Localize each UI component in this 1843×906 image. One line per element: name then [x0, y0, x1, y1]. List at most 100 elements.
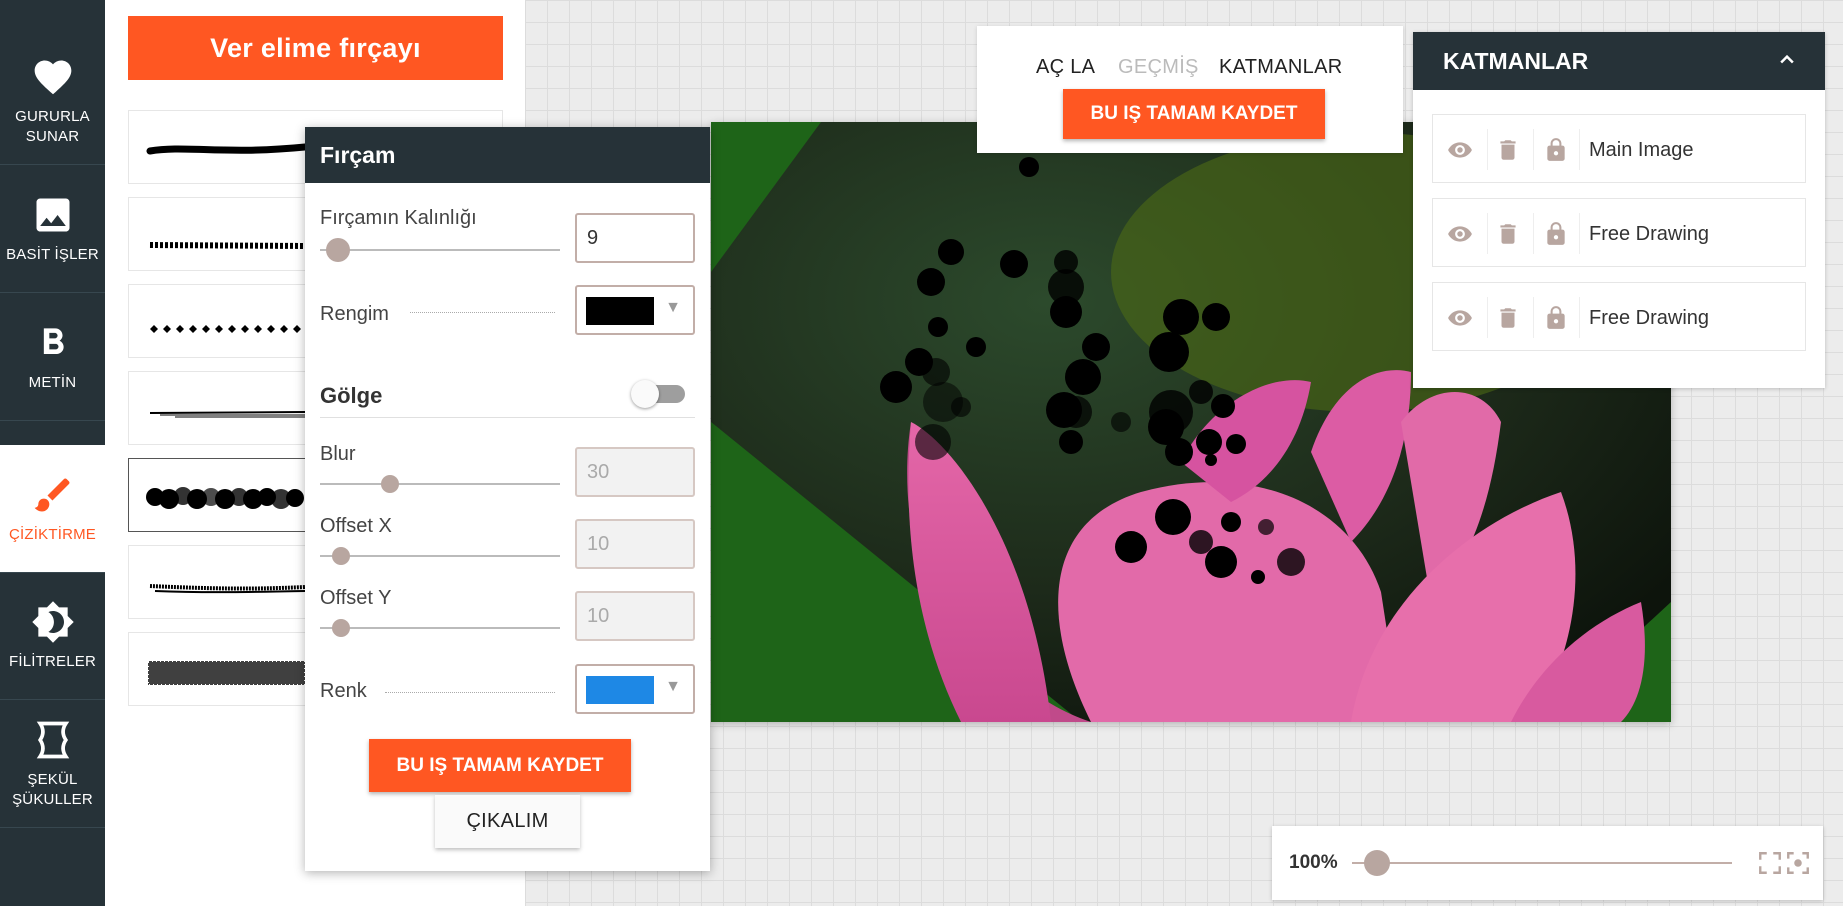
brush-icon [34, 478, 69, 511]
shadow-color-label: Renk [320, 680, 367, 702]
layers-title-bar: KATMANLAR [1413, 32, 1825, 90]
dotted-leader [385, 692, 555, 693]
layer-name: Main Image [1589, 139, 1694, 161]
layer-name: Free Drawing [1589, 223, 1710, 245]
brush-panel-title-button[interactable]: Ver elime fırçayı [128, 16, 503, 80]
zoom-bar: 100% [1272, 826, 1823, 900]
tool-sidebar: GURURLA SUNAR BASİT İŞLER METİN ÇİZİKTİRM… [0, 0, 105, 906]
brush-stroke-preview [149, 411, 305, 418]
thickness-input[interactable]: 9 [575, 213, 695, 263]
layers-title: KATMANLAR [1443, 47, 1589, 74]
brush-settings-popup: Fırçam Fırçamın Kalınlığı 9 Rengim ▼ Göl… [305, 127, 710, 871]
trash-icon[interactable] [1495, 137, 1521, 163]
brush-stroke-preview [149, 242, 305, 249]
sidebar-item-gururla-sunar[interactable]: GURURLA SUNAR [0, 38, 105, 165]
zoom-slider-knob[interactable] [1364, 850, 1390, 876]
chevron-up-icon[interactable] [1777, 50, 1797, 70]
brush-stroke-preview [146, 487, 304, 509]
offset-x-label: Offset X [320, 515, 392, 537]
divider [1533, 213, 1534, 254]
popup-cancel-button[interactable]: ÇIKALIM [435, 795, 580, 848]
fit-screen-icon[interactable] [1785, 850, 1811, 876]
offset-x-input[interactable]: 10 [575, 519, 695, 569]
shadow-label: Gölge [320, 383, 383, 408]
slider-knob[interactable] [381, 475, 399, 493]
blur-label: Blur [320, 443, 356, 465]
divider [320, 417, 695, 418]
thickness-label: Fırçamın Kalınlığı [320, 207, 477, 229]
slider-knob[interactable] [332, 547, 350, 565]
dotted-leader [410, 312, 555, 313]
trash-icon[interactable] [1495, 305, 1521, 331]
brush-stroke-preview [147, 660, 305, 686]
sidebar-item-label: METİN [28, 374, 77, 391]
shadow-toggle[interactable] [631, 380, 687, 408]
sidebar-item-metin[interactable]: METİN [0, 294, 105, 421]
divider [1533, 297, 1534, 338]
lock-icon[interactable] [1543, 305, 1569, 331]
offset-y-input[interactable]: 10 [575, 591, 695, 641]
shape-icon [36, 721, 69, 759]
sidebar-item-label: ŞEKÜL ŞÜKULLER [12, 771, 93, 808]
tab-katmanlar[interactable]: KATMANLAR [1219, 56, 1342, 79]
blur-input[interactable]: 30 [575, 447, 695, 497]
tab-acla[interactable]: AÇ LA [1036, 56, 1095, 79]
brush-stroke-preview [146, 143, 305, 155]
popup-save-button[interactable]: BU IŞ TAMAM KAYDET [369, 739, 631, 792]
sidebar-item-basit-isler[interactable]: BASİT İŞLER [0, 166, 105, 293]
trash-icon[interactable] [1495, 221, 1521, 247]
offset-x-slider[interactable] [320, 547, 560, 565]
eye-icon[interactable] [1447, 305, 1473, 331]
zoom-slider[interactable] [1352, 862, 1732, 864]
lock-icon[interactable] [1543, 221, 1569, 247]
image-icon [36, 198, 69, 232]
top-save-button[interactable]: BU IŞ TAMAM KAYDET [1063, 89, 1325, 139]
brush-stroke-preview [150, 325, 301, 333]
divider [1533, 129, 1534, 170]
sidebar-item-ciziktirme[interactable]: ÇİZİKTİRME [0, 445, 105, 573]
layer-row-main-image[interactable]: Main Image [1432, 114, 1806, 183]
dropdown-arrow-icon: ▼ [665, 678, 681, 695]
slider-knob[interactable] [332, 619, 350, 637]
lock-icon[interactable] [1543, 137, 1569, 163]
eye-icon[interactable] [1447, 137, 1473, 163]
sidebar-item-filitreler[interactable]: FİLİTRELER [0, 573, 105, 700]
layer-row-free-drawing[interactable]: Free Drawing [1432, 282, 1806, 351]
eye-icon[interactable] [1447, 221, 1473, 247]
divider [1579, 213, 1580, 254]
divider [1487, 213, 1488, 254]
color-swatch [586, 297, 654, 325]
divider [1487, 129, 1488, 170]
color-swatch [586, 676, 654, 704]
fullscreen-icon[interactable] [1757, 850, 1783, 876]
divider [1579, 297, 1580, 338]
sidebar-item-sekul-sukuller[interactable]: ŞEKÜL ŞÜKULLER [0, 701, 105, 828]
divider [1487, 297, 1488, 338]
sidebar-item-label: GURURLA SUNAR [15, 108, 90, 145]
slider-knob[interactable] [326, 238, 350, 262]
heart-icon [34, 60, 71, 95]
offset-y-slider[interactable] [320, 619, 560, 637]
offset-y-label: Offset Y [320, 587, 392, 609]
bold-icon [43, 328, 64, 354]
shadow-color-picker[interactable]: ▼ [575, 664, 695, 714]
divider [1579, 129, 1580, 170]
sidebar-item-label: FİLİTRELER [8, 653, 97, 670]
brush-stroke-preview [149, 584, 305, 594]
brush-color-picker[interactable]: ▼ [575, 285, 695, 335]
layer-row-free-drawing[interactable]: Free Drawing [1432, 198, 1806, 267]
top-menu: AÇ LA GEÇMİŞ KATMANLAR BU IŞ TAMAM KAYDE… [977, 26, 1403, 153]
tab-gecmis[interactable]: GEÇMİŞ [1118, 56, 1199, 79]
thickness-slider[interactable] [320, 238, 560, 262]
toggle-thumb [631, 380, 659, 408]
layer-name: Free Drawing [1589, 307, 1710, 329]
sidebar-item-label: ÇİZİKTİRME [9, 525, 96, 543]
sidebar-item-label: BASİT İŞLER [6, 246, 99, 263]
blur-slider[interactable] [320, 475, 560, 493]
brightness-icon [31, 601, 74, 643]
layers-panel: KATMANLAR Main Image Free Drawing Free D… [1413, 32, 1825, 388]
color-label: Rengim [320, 303, 389, 325]
popup-title: Fırçam [305, 127, 710, 183]
zoom-level: 100% [1289, 852, 1338, 873]
dropdown-arrow-icon: ▼ [665, 299, 681, 316]
